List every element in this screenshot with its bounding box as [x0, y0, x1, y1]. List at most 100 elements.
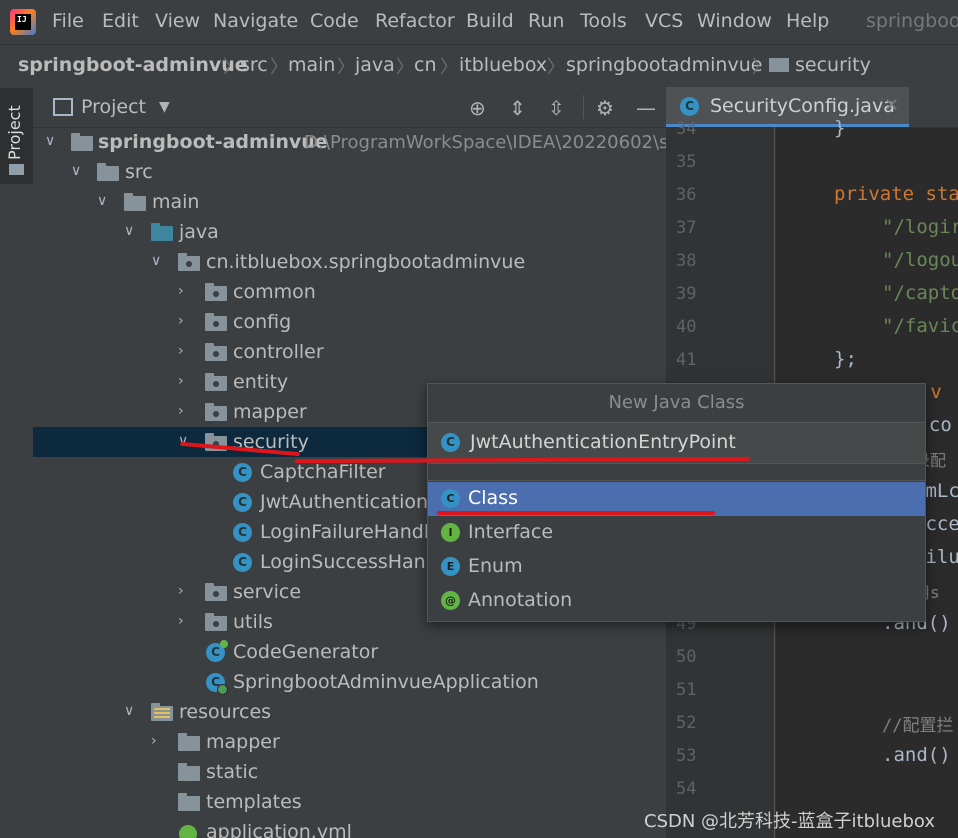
chevron-down-icon[interactable]: ∨: [124, 703, 134, 719]
line-number: 54: [676, 779, 697, 799]
line-number: 41: [676, 350, 697, 370]
menu-vcs[interactable]: VCS: [645, 10, 683, 32]
tree-row-config[interactable]: › config: [33, 307, 666, 337]
code-line: .and(): [882, 744, 951, 766]
package-icon: [205, 343, 227, 361]
menu-run[interactable]: Run: [528, 10, 564, 32]
collapse-all-icon[interactable]: ⇳: [548, 96, 565, 120]
module-folder-icon: [71, 133, 93, 151]
chevron-down-icon[interactable]: ∨: [178, 433, 188, 449]
option-interface[interactable]: I Interface: [428, 516, 925, 550]
tree-row-static[interactable]: static: [33, 757, 666, 787]
tree-row-codegenerator[interactable]: C CodeGenerator: [33, 637, 666, 667]
tree-label: mapper: [233, 401, 307, 423]
chevron-right-icon[interactable]: ›: [178, 583, 184, 599]
menu-refactor[interactable]: Refactor: [375, 10, 455, 32]
code-line: }: [834, 117, 846, 139]
menu-edit[interactable]: Edit: [102, 10, 139, 32]
tab-securityconfig[interactable]: C SecurityConfig.java ✕: [666, 87, 909, 127]
resources-folder-icon: [151, 703, 173, 721]
code-line: "/logir: [882, 216, 958, 238]
tree-row-main[interactable]: ∨ main: [33, 187, 666, 217]
tab-label: SecurityConfig.java: [710, 95, 895, 117]
intellij-logo-icon: IJ: [10, 9, 36, 35]
tree-row-controller[interactable]: › controller: [33, 337, 666, 367]
folder-icon: [178, 763, 200, 781]
tree-row-common[interactable]: › common: [33, 277, 666, 307]
chevron-down-icon[interactable]: ∨: [97, 193, 107, 209]
enum-icon: E: [441, 557, 460, 576]
option-label: Class: [468, 487, 518, 509]
breadcrumb: springboot-adminvue 〉 src 〉 main 〉 java …: [0, 44, 958, 88]
tree-label: JwtAuthenticationF: [260, 491, 439, 513]
chevron-down-icon[interactable]: ∨: [71, 163, 81, 179]
package-icon: [205, 313, 227, 331]
menu-bar: IJ File Edit View Navigate Code Refactor…: [0, 0, 958, 44]
hide-panel-icon[interactable]: —: [636, 96, 656, 120]
tree-label: application.yml: [206, 821, 352, 838]
chevron-right-icon[interactable]: ›: [178, 283, 184, 299]
chevron-right-icon[interactable]: ›: [178, 613, 184, 629]
option-annotation[interactable]: @ Annotation: [428, 584, 925, 618]
tree-row-project-root[interactable]: ∨ springboot-adminvue D:\ProgramWorkSpac…: [33, 127, 666, 157]
breadcrumb-main[interactable]: main: [288, 54, 335, 76]
chevron-right-icon[interactable]: ›: [178, 373, 184, 389]
menu-file[interactable]: File: [52, 10, 84, 32]
tree-row-templates[interactable]: templates: [33, 787, 666, 817]
chevron-down-icon[interactable]: ∨: [124, 223, 134, 239]
menu-code[interactable]: Code: [310, 10, 359, 32]
menu-navigate[interactable]: Navigate: [213, 10, 298, 32]
tree-label: config: [233, 311, 292, 333]
option-enum[interactable]: E Enum: [428, 550, 925, 584]
tree-row-resources-mapper[interactable]: › mapper: [33, 727, 666, 757]
close-icon[interactable]: ✕: [884, 95, 899, 116]
tree-label: CodeGenerator: [233, 641, 379, 663]
tree-row-src[interactable]: ∨ src: [33, 157, 666, 187]
chevron-right-icon[interactable]: ›: [178, 343, 184, 359]
menu-build[interactable]: Build: [466, 10, 514, 32]
editor-tab-bar: C SecurityConfig.java ✕: [666, 87, 958, 128]
expand-all-icon[interactable]: ⇕: [509, 96, 526, 120]
menu-tools[interactable]: Tools: [580, 10, 627, 32]
option-label: Enum: [468, 555, 523, 577]
breadcrumb-springbootadminvue[interactable]: springbootadminvue: [566, 54, 762, 76]
line-number: 38: [676, 251, 697, 271]
line-number: 39: [676, 284, 697, 304]
class-icon: C: [233, 493, 252, 512]
folder-icon: [178, 733, 200, 751]
breadcrumb-security[interactable]: security: [795, 54, 871, 76]
package-icon: [205, 613, 227, 631]
breadcrumb-itbluebox[interactable]: itbluebox: [459, 54, 547, 76]
breadcrumb-java[interactable]: java: [355, 54, 395, 76]
breadcrumb-cn[interactable]: cn: [414, 54, 437, 76]
chevron-down-icon[interactable]: ∨: [45, 133, 55, 149]
folder-icon: [124, 193, 146, 211]
menu-window[interactable]: Window: [697, 10, 772, 32]
tree-label: SpringbootAdminvueApplication: [233, 671, 539, 693]
line-number: 36: [676, 185, 697, 205]
menu-help[interactable]: Help: [786, 10, 829, 32]
watermark: CSDN @北芳科技-蓝盒子itbluebox: [644, 811, 936, 832]
class-icon: C: [233, 553, 252, 572]
tree-row-resources[interactable]: ∨ resources: [33, 697, 666, 727]
chevron-right-icon[interactable]: ›: [151, 733, 157, 749]
chevron-down-icon[interactable]: ∨: [151, 253, 161, 269]
project-panel-title[interactable]: Project: [81, 96, 146, 118]
locate-target-icon[interactable]: ⊕: [469, 96, 486, 120]
project-view-icon: [53, 98, 73, 116]
chevron-right-icon[interactable]: ›: [178, 403, 184, 419]
chevron-right-icon[interactable]: ›: [178, 313, 184, 329]
tree-label: LoginSuccessHandle: [260, 551, 455, 573]
tree-row-application[interactable]: C SpringbootAdminvueApplication: [33, 667, 666, 697]
tree-row-package-root[interactable]: ∨ cn.itbluebox.springbootadminvue: [33, 247, 666, 277]
gear-icon[interactable]: ⚙: [596, 96, 614, 120]
tree-row-application-yml[interactable]: application.yml: [33, 817, 666, 838]
project-tool-button[interactable]: Project: [0, 88, 33, 184]
breadcrumb-project[interactable]: springboot-adminvue: [18, 54, 248, 76]
menu-view[interactable]: View: [155, 10, 200, 32]
dropdown-arrow-icon[interactable]: ▼: [159, 99, 170, 115]
divider: [428, 464, 925, 481]
tree-label: utils: [233, 611, 273, 633]
breadcrumb-src[interactable]: src: [240, 54, 268, 76]
tree-row-java[interactable]: ∨ java: [33, 217, 666, 247]
